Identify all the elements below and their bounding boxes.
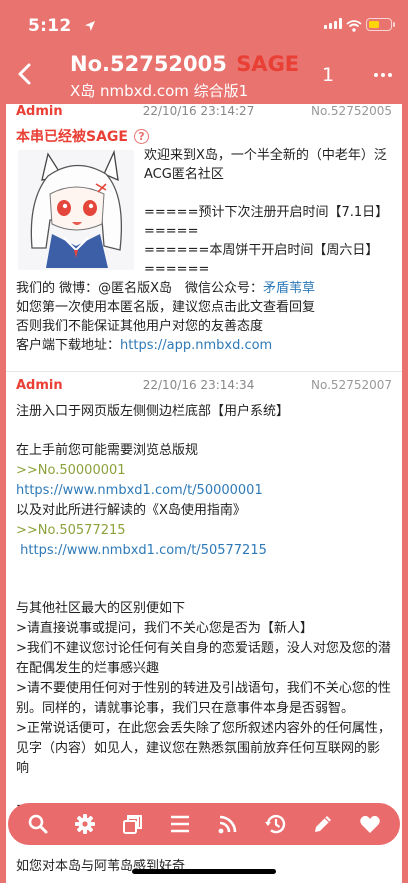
heart-icon[interactable] xyxy=(356,810,384,838)
board-subtitle: X岛 nmbxd.com 综合版1 xyxy=(70,82,249,100)
text-line: 注册入口于网页版左侧侧边栏底部【用户系统】 xyxy=(16,404,290,419)
back-chevron-icon[interactable] xyxy=(14,62,36,86)
thread-number: No.52752005 xyxy=(70,52,227,76)
more-options-icon[interactable] xyxy=(374,73,392,77)
history-icon[interactable] xyxy=(261,810,289,838)
post-divider xyxy=(6,371,402,372)
search-icon[interactable] xyxy=(24,810,52,838)
cellular-signal-icon xyxy=(324,18,342,29)
text-line: >正常说话便可，在此您会丢失除了您所叙述内容外的任何属性，见字（内容）如见人，建… xyxy=(16,721,391,776)
text-line: >我们不建议您讨论任何有关自身的恋爱话题，没人对您及您的潜在配偶发生的烂事感兴趣 xyxy=(16,641,391,676)
app-header: 5:12 No.52752005 SAGE X岛 nmbxd.com 综合版1 … xyxy=(0,0,408,104)
post-meta: Admin 22/10/16 23:14:27 No.52752005 xyxy=(16,104,392,124)
text-line: 与其他社区最大的区别便如下 xyxy=(16,601,186,616)
quote-ref[interactable]: >>No.50577215 xyxy=(16,521,392,541)
thread-content: Admin 22/10/16 23:14:27 No.52752005 本串已经… xyxy=(6,104,402,883)
post-id[interactable]: No.52752007 xyxy=(311,378,392,392)
help-icon[interactable]: ? xyxy=(133,128,149,144)
sage-tag: SAGE xyxy=(236,52,300,76)
sage-notice-text: 本串已经被SAGE xyxy=(16,129,128,145)
menu-icon[interactable] xyxy=(166,810,194,838)
rss-icon[interactable] xyxy=(214,810,242,838)
post-time: 22/10/16 23:14:34 xyxy=(142,378,255,392)
sage-notice: 本串已经被SAGE ? xyxy=(16,126,392,146)
quote-ref[interactable]: >>No.50000001 xyxy=(16,461,392,481)
newcomer-text: 如您第一次使用本匿名版，建议您点击此文查看回复 xyxy=(16,300,316,315)
guide-link[interactable]: https://www.nmbxd1.com/t/50577215 xyxy=(16,541,392,561)
post: Admin 22/10/16 23:14:27 No.52752005 本串已经… xyxy=(6,104,402,367)
post-body: 欢迎来到X岛，一个半全新的（中老年）泛ACG匿名社区 =====预计下次注册开启… xyxy=(16,146,392,355)
post-time: 22/10/16 23:14:27 xyxy=(142,104,255,118)
location-arrow-icon xyxy=(84,17,96,36)
home-indicator xyxy=(132,869,276,874)
page-indicator[interactable]: 1 xyxy=(322,64,334,86)
social-line: 我们的 微博：@匿名版X岛 微信公众号：矛盾苇草 xyxy=(16,279,392,298)
bottom-toolbar xyxy=(8,803,400,845)
thread-title: No.52752005 SAGE xyxy=(70,52,299,76)
wechat-link[interactable]: 矛盾苇草 xyxy=(263,281,315,296)
gear-icon[interactable] xyxy=(71,810,99,838)
text-line: 以及对此所进行解读的《X岛使用指南》 xyxy=(16,503,246,518)
wifi-icon xyxy=(346,17,362,36)
text-line: 在上手前您可能需要浏览总版规 xyxy=(16,443,199,458)
client-line: 客户端下载地址：https://app.nmbxd.com xyxy=(16,336,392,355)
status-bar: 5:12 xyxy=(0,12,408,40)
text-line: >请直接说事或提问，我们不关心您是否为【新人】 xyxy=(16,621,313,636)
status-time: 5:12 xyxy=(28,16,72,36)
social-text: 我们的 微博：@匿名版X岛 微信公众号： xyxy=(16,281,264,296)
post-author[interactable]: Admin xyxy=(16,104,143,119)
warning-text: 否则我们不能保证其他用户对您的友善态度 xyxy=(16,319,264,334)
battery-icon xyxy=(366,18,395,31)
client-link[interactable]: https://app.nmbxd.com xyxy=(120,338,272,353)
post-meta: Admin 22/10/16 23:14:34 No.52752007 xyxy=(16,378,392,398)
client-text: 客户端下载地址： xyxy=(16,338,121,353)
copy-icon[interactable] xyxy=(119,810,147,838)
text-line: 如您对本岛与阿苇岛感到好奇 xyxy=(16,859,186,874)
edit-icon[interactable] xyxy=(309,810,337,838)
post-image[interactable] xyxy=(18,150,134,270)
text-line: >请不要使用任何对于性别的转进及引战语句，我们不关心您的性别。同样的，请就事论事… xyxy=(16,681,391,716)
post-id[interactable]: No.52752005 xyxy=(311,104,392,118)
rules-link[interactable]: https://www.nmbxd1.com/t/50000001 xyxy=(16,481,392,501)
post-author[interactable]: Admin xyxy=(16,378,143,393)
